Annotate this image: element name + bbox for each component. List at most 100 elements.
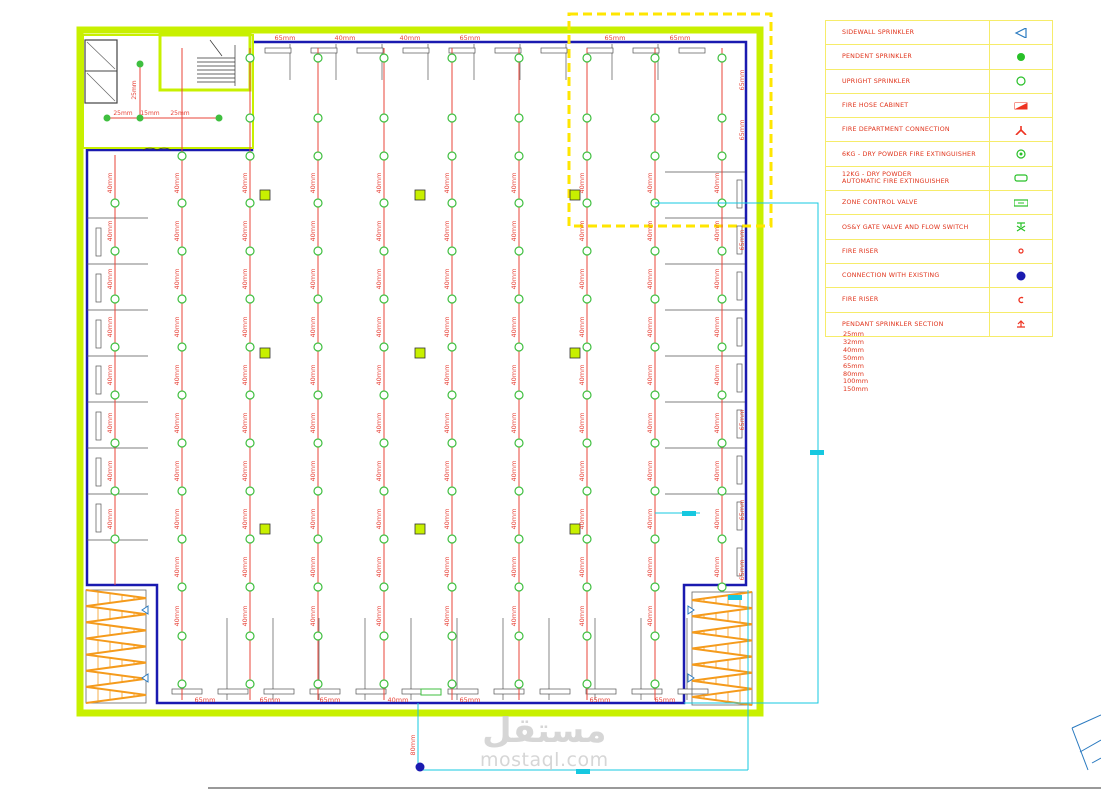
pipe-size-label: 40mm [646, 606, 654, 627]
pendant-section-icon [990, 313, 1052, 336]
pipe-size-label: 40mm [309, 461, 317, 482]
upright-sprinkler [650, 342, 660, 352]
upright-sprinkler [177, 294, 187, 304]
upright-sprinkler [447, 53, 457, 63]
automatic-extinguisher-icon [990, 167, 1052, 190]
structural-column [259, 347, 271, 359]
pipe-size-label: 40mm [646, 365, 654, 386]
upright-sprinkler [717, 113, 727, 123]
upright-sprinkler [514, 486, 524, 496]
wheel-stop [171, 688, 203, 695]
legend-label: FIRE DEPARTMENT CONNECTION [826, 118, 990, 142]
pipe-size-label: 40mm [173, 317, 181, 338]
upright-sprinkler [313, 390, 323, 400]
upright-sprinkler [514, 582, 524, 592]
pipe-size-label: 40mm [510, 509, 518, 530]
upright-sprinkler [177, 631, 187, 641]
legend-row: 6KG - DRY POWDER FIRE EXTINGUISHER [826, 142, 1052, 167]
dry-powder-extinguisher-icon [990, 142, 1052, 165]
upright-sprinkler [582, 246, 592, 256]
upright-sprinkler [245, 534, 255, 544]
legend-table: SIDEWALL SPRINKLER PENDENT SPRINKLER UPRIG… [825, 20, 1053, 337]
pipe-size-label: 40mm [309, 557, 317, 578]
riser-size-label: 80mm [409, 735, 417, 756]
upright-sprinkler [514, 151, 524, 161]
pipe-size-label: 40mm [510, 221, 518, 242]
upright-sprinkler [582, 438, 592, 448]
upright-sprinkler [717, 151, 727, 161]
main-size-label: 65mm [738, 410, 746, 431]
pipe-size-label: 40mm [375, 173, 383, 194]
main-size-label: 65mm [738, 70, 746, 91]
upright-sprinkler [177, 438, 187, 448]
upright-sprinkler [650, 246, 660, 256]
wheel-stop [95, 411, 102, 441]
wheel-stop [95, 503, 102, 533]
legend-row: FIRE DEPARTMENT CONNECTION [826, 118, 1052, 143]
upright-sprinkler [582, 390, 592, 400]
structural-column [414, 189, 426, 201]
ramp-hatch [85, 669, 147, 688]
upright-sprinkler [177, 198, 187, 208]
pipe-size-label: 40mm [713, 509, 721, 530]
pipe-size-label: 40mm [646, 557, 654, 578]
legend-label: PENDENT SPRINKLER [826, 45, 990, 69]
pipe-size-label: 40mm [713, 365, 721, 386]
upright-sprinkler [447, 151, 457, 161]
pipe-size-label: 40mm [375, 269, 383, 290]
legend-row: OS&Y GATE VALVE AND FLOW SWITCH [826, 215, 1052, 240]
pipe-size-label: 40mm [510, 606, 518, 627]
upright-sprinkler [379, 53, 389, 63]
upright-sprinkler [514, 534, 524, 544]
main-size-label: 65mm [460, 696, 481, 704]
upright-sprinkler [313, 534, 323, 544]
pipe-size-label: 40mm [309, 269, 317, 290]
upright-sprinkler [717, 246, 727, 256]
pipe-size-label: 40mm [510, 173, 518, 194]
ramp-hatch [691, 639, 753, 658]
upright-sprinkler [514, 246, 524, 256]
upright-sprinkler [245, 438, 255, 448]
pipe-size-label: 40mm [578, 365, 586, 386]
upright-sprinkler [717, 294, 727, 304]
dimension-tick [728, 595, 742, 600]
main-size-label: 65mm [738, 500, 746, 521]
main-size-label: 65mm [195, 696, 216, 704]
pipe-size-label: 40mm [375, 557, 383, 578]
upright-sprinkler [313, 438, 323, 448]
gate-valve-icon [990, 215, 1052, 238]
upright-sprinkler [650, 679, 660, 689]
upright-sprinkler [110, 486, 120, 496]
wheel-stop [95, 319, 102, 349]
pipe-size-label: 40mm [713, 413, 721, 434]
branch-size-label: 40mm [400, 34, 421, 42]
wheel-stop [448, 47, 476, 54]
pipe-size-label: 40mm [713, 317, 721, 338]
upright-sprinkler [582, 294, 592, 304]
wheel-stop [309, 688, 341, 695]
upright-sprinkler [447, 246, 457, 256]
upright-sprinkler [379, 342, 389, 352]
pipe-size-label: 40mm [106, 461, 114, 482]
upright-sprinkler [177, 534, 187, 544]
upright-sprinkler [447, 390, 457, 400]
stair-size-label: 25mm [170, 110, 189, 117]
upright-sprinkler [177, 390, 187, 400]
main-size-label: 65mm [590, 696, 611, 704]
upright-sprinkler [514, 438, 524, 448]
watermark-latin: mostaql.com [480, 749, 609, 771]
upright-sprinkler [379, 294, 389, 304]
legend-label: FIRE RISER [826, 239, 990, 263]
pipe-size-label: 40mm [510, 365, 518, 386]
stair-size-label: 25mm [113, 110, 132, 117]
pipe-size-label: 40mm [173, 461, 181, 482]
pipe-size-label: 40mm [309, 606, 317, 627]
legend-label: OS&Y GATE VALVE AND FLOW SWITCH [826, 215, 990, 239]
pipe-size-label: 40mm [375, 509, 383, 530]
pipe-size-label: 40mm [106, 221, 114, 242]
upright-sprinkler [245, 53, 255, 63]
upright-sprinkler [717, 582, 727, 592]
upright-sprinkler [582, 151, 592, 161]
upright-sprinkler [447, 534, 457, 544]
pipe-size-label: 40mm [578, 557, 586, 578]
